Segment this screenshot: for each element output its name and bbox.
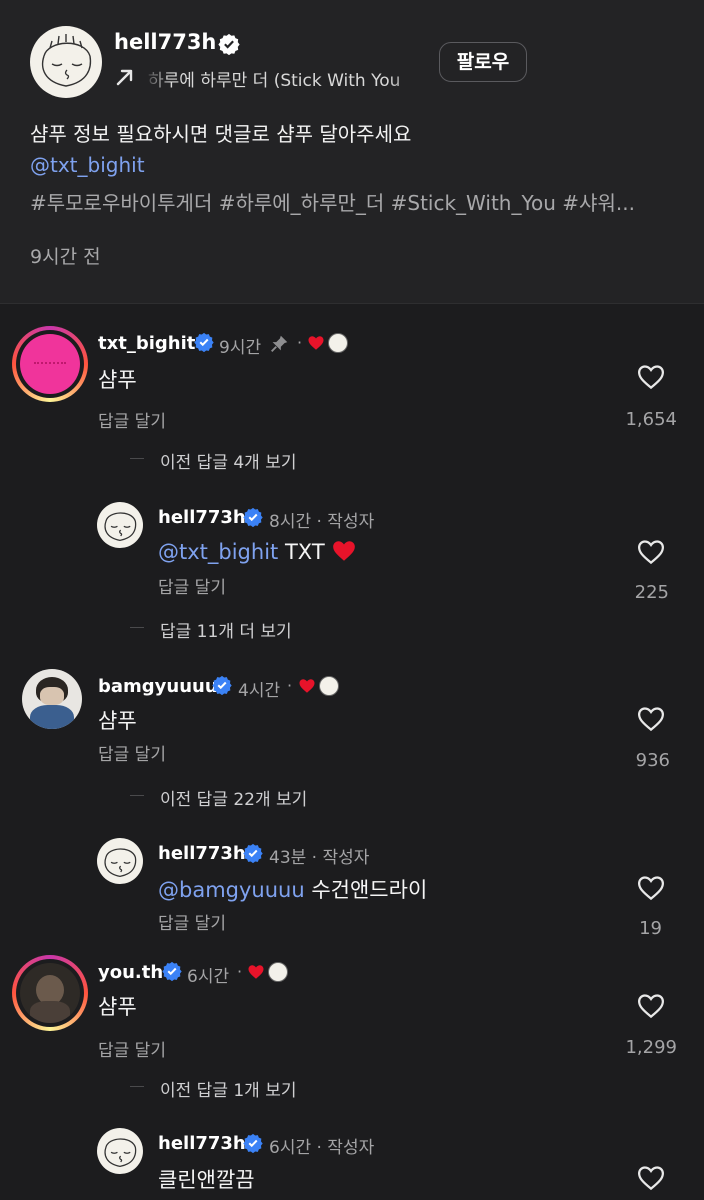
like-count: 225 <box>634 582 669 603</box>
reply-button[interactable]: 답글 달기 <box>158 573 226 598</box>
like-heart-icon[interactable] <box>635 1163 667 1193</box>
like-heart-icon[interactable] <box>635 537 667 567</box>
view-replies-divider <box>130 1086 144 1087</box>
reply-avatar[interactable] <box>97 502 143 548</box>
music-info[interactable]: 하루에 하루만 더 (Stick With You <box>114 64 418 90</box>
comment-text: 샴푸 <box>98 368 137 392</box>
like-heart-icon[interactable] <box>635 873 667 903</box>
arrow-up-right-icon <box>116 69 133 86</box>
reply-text: @bamgyuuuu 수건앤드라이 <box>158 874 427 904</box>
post-caption: 샴푸 정보 필요하시면 댓글로 샴푸 달아주세요 <box>30 122 412 146</box>
view-more-replies[interactable]: 답글 11개 더 보기 <box>160 617 292 642</box>
like-heart-icon[interactable] <box>635 704 667 734</box>
like-count: 936 <box>635 750 670 771</box>
heart-icon <box>248 965 264 979</box>
view-previous-replies[interactable]: 이전 답글 1개 보기 <box>160 1076 297 1101</box>
author-avatar[interactable] <box>30 26 102 98</box>
reply-mention-link[interactable]: @bamgyuuuu <box>158 878 305 902</box>
commenter-username[interactable]: you.th <box>98 962 163 983</box>
comment-text: 샴푸 <box>98 709 137 733</box>
reply-mention-link[interactable]: @txt_bighit <box>158 540 278 564</box>
commenter-avatar[interactable] <box>12 955 88 1031</box>
author-mini-avatar <box>328 333 348 353</box>
meta-separator: · <box>297 333 303 352</box>
caption-hashtags[interactable]: #투모로우바이투게더 #하루에_하루만_더 #Stick_With_You #샤… <box>30 187 670 216</box>
verified-badge-icon <box>218 33 240 55</box>
reply-meta: 8시간 · 작성자 <box>269 512 375 532</box>
music-title: 하루에 하루만 더 (Stick With You <box>148 71 401 90</box>
like-count: 1,299 <box>625 1037 677 1058</box>
reply-button[interactable]: 답글 달기 <box>98 407 166 432</box>
verified-badge-icon <box>243 1133 263 1153</box>
author-username[interactable]: hell773h <box>114 30 216 54</box>
reply-button[interactable]: 답글 달기 <box>98 1036 166 1061</box>
comment-time: 4시간 <box>238 681 281 701</box>
view-previous-replies[interactable]: 이전 답글 22개 보기 <box>160 785 307 810</box>
commenter-username[interactable]: bamgyuuuu <box>98 676 218 697</box>
post-timestamp: 9시간 전 <box>30 246 101 268</box>
reply-avatar[interactable] <box>97 838 143 884</box>
caption-mention-link[interactable]: @txt_bighit <box>30 153 145 177</box>
reply-body: 수건앤드라이 <box>311 878 428 902</box>
like-count: 19 <box>639 918 662 939</box>
verified-badge-icon <box>194 332 214 352</box>
author-mini-avatar <box>319 676 339 696</box>
reply-avatar[interactable] <box>97 1128 143 1174</box>
like-count: 1,654 <box>625 409 677 430</box>
view-replies-divider <box>130 458 144 459</box>
reply-text: @txt_bighit TXT <box>158 538 357 564</box>
verified-badge-icon <box>243 507 263 527</box>
reply-body: TXT <box>284 540 325 564</box>
like-heart-icon[interactable] <box>635 362 667 392</box>
verified-badge-icon <box>162 961 182 981</box>
commenter-avatar[interactable] <box>12 326 88 402</box>
commenter-username[interactable]: txt_bighit <box>98 333 195 354</box>
reply-meta: 6시간 · 작성자 <box>269 1138 375 1158</box>
view-replies-divider <box>130 795 144 796</box>
like-heart-icon[interactable] <box>635 991 667 1021</box>
verified-badge-icon <box>212 675 232 695</box>
reply-button[interactable]: 답글 달기 <box>98 740 166 765</box>
reply-username[interactable]: hell773h <box>158 507 246 528</box>
meta-separator: · <box>287 676 293 695</box>
heart-icon <box>308 336 324 350</box>
reply-text: 클린앤깔끔 <box>158 1168 255 1192</box>
heart-emoji-icon <box>333 541 356 561</box>
reply-username[interactable]: hell773h <box>158 1133 246 1154</box>
commenter-avatar[interactable] <box>22 669 82 729</box>
comment-time: 9시간 <box>219 338 262 358</box>
pin-icon <box>271 335 288 352</box>
view-replies-divider <box>130 627 144 628</box>
meta-separator: · <box>237 962 243 981</box>
view-previous-replies[interactable]: 이전 답글 4개 보기 <box>160 448 297 473</box>
reply-button[interactable]: 답글 달기 <box>158 909 226 934</box>
reply-username[interactable]: hell773h <box>158 843 246 864</box>
comment-text: 샴푸 <box>98 995 137 1019</box>
reply-meta: 43분 · 작성자 <box>269 848 370 868</box>
follow-button[interactable]: 팔로우 <box>439 42 527 82</box>
author-mini-avatar <box>268 962 288 982</box>
heart-icon <box>299 679 315 693</box>
post-header: hell773h 하루에 하루만 더 (Stick With You 팔로우 샴… <box>0 0 704 304</box>
verified-badge-icon <box>243 843 263 863</box>
comment-time: 6시간 <box>187 967 230 987</box>
